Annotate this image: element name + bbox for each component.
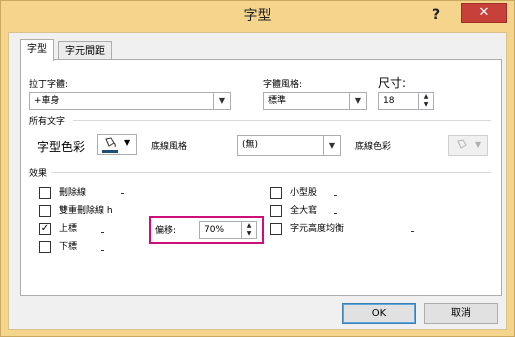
- offset-label: 偏移:: [155, 226, 177, 236]
- latin-font-label: 拉丁字體:: [29, 80, 69, 90]
- small-caps-label: 小型股: [290, 188, 318, 198]
- superscript-label: 上標: [59, 224, 78, 234]
- offset-spinner[interactable]: 70% ▲ ▼: [199, 221, 257, 239]
- font-style-label: 字體風格:: [263, 80, 303, 90]
- separator: [51, 172, 491, 173]
- paint-bucket-icon: [455, 139, 469, 151]
- subscript-checkbox[interactable]: [39, 241, 51, 253]
- chevron-down-icon: ▼: [323, 136, 340, 155]
- underline-color-button[interactable]: ▼: [448, 135, 488, 156]
- underline-style-select[interactable]: (無) ▼: [237, 135, 341, 156]
- latin-font-value: +車身: [34, 96, 60, 106]
- font-dialog: 字型 ? ✕ 字型 字元間距 拉丁字體: +車身 ▼ 字體風格: 標準 ▼ 尺寸…: [0, 0, 515, 337]
- size-spinner[interactable]: 18 ▲ ▼: [378, 92, 434, 110]
- spin-down-icon[interactable]: ▼: [419, 101, 433, 109]
- all-text-section-label: 所有文字: [29, 117, 66, 127]
- spin-down-icon[interactable]: ▼: [242, 230, 256, 238]
- underline-color-label: 底線色彩: [355, 142, 392, 152]
- separator: [73, 120, 491, 121]
- chevron-down-icon: ▼: [124, 138, 131, 147]
- all-caps-label: 全大寫: [290, 206, 318, 216]
- strikethrough-checkbox[interactable]: [39, 187, 51, 199]
- strikethrough-label: 刪除線: [59, 188, 87, 198]
- separator: [411, 231, 414, 232]
- font-color-button[interactable]: ▼: [97, 134, 137, 155]
- spin-buttons[interactable]: ▲ ▼: [418, 93, 433, 109]
- separator: [101, 232, 104, 233]
- separator: [101, 250, 104, 251]
- help-button[interactable]: ?: [419, 6, 453, 24]
- color-swatch: [102, 150, 118, 153]
- font-color-label: 字型色彩: [37, 140, 86, 154]
- latin-font-select[interactable]: +車身 ▼: [29, 92, 231, 110]
- title-bar: 字型 ? ✕: [1, 1, 514, 31]
- dialog-body: 字型 字元間距 拉丁字體: +車身 ▼ 字體風格: 標準 ▼ 尺寸: 18 ▲ …: [8, 32, 507, 330]
- paint-bucket-icon: [103, 137, 117, 149]
- superscript-checkbox[interactable]: ✓: [39, 223, 51, 235]
- tab-character-spacing[interactable]: 字元間距: [58, 41, 112, 61]
- spin-up-icon[interactable]: ▲: [419, 93, 433, 101]
- small-caps-checkbox[interactable]: [270, 187, 282, 199]
- offset-value: 70%: [204, 225, 225, 235]
- close-button[interactable]: ✕: [461, 3, 507, 23]
- underline-style-value: (無): [242, 140, 259, 150]
- cancel-button[interactable]: 取消: [424, 303, 498, 324]
- separator: [121, 193, 124, 194]
- font-style-select[interactable]: 標準 ▼: [263, 92, 367, 110]
- chevron-down-icon: ▼: [213, 93, 230, 109]
- subscript-label: 下標: [59, 242, 78, 252]
- double-strikethrough-label: 雙重刪除線 h: [59, 206, 113, 216]
- font-style-value: 標準: [268, 96, 287, 106]
- size-label: 尺寸:: [378, 76, 407, 90]
- separator: [334, 195, 337, 196]
- all-caps-checkbox[interactable]: [270, 205, 282, 217]
- equalize-height-checkbox[interactable]: [270, 223, 282, 235]
- spin-buttons[interactable]: ▲ ▼: [241, 222, 256, 238]
- effects-section-label: 效果: [29, 169, 48, 179]
- size-value: 18: [383, 96, 395, 106]
- underline-style-label: 底線風格: [151, 142, 188, 152]
- font-tab-panel: 拉丁字體: +車身 ▼ 字體風格: 標準 ▼ 尺寸: 18 ▲ ▼ 所有文字 字…: [20, 59, 502, 296]
- double-strikethrough-checkbox[interactable]: [39, 205, 51, 217]
- spin-up-icon[interactable]: ▲: [242, 222, 256, 230]
- separator: [334, 213, 337, 214]
- chevron-down-icon: ▼: [349, 93, 366, 109]
- chevron-down-icon: ▼: [475, 140, 482, 149]
- tab-font[interactable]: 字型: [20, 39, 54, 61]
- ok-button[interactable]: OK: [342, 303, 416, 324]
- equalize-height-label: 字元高度均衡: [290, 224, 345, 234]
